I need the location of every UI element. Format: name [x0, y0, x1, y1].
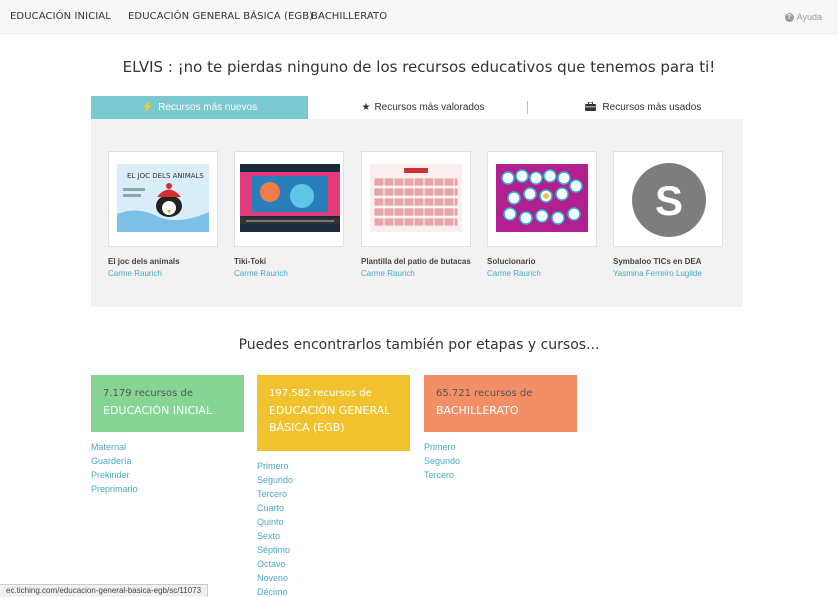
resource-thumbnail[interactable] — [361, 151, 471, 247]
resource-title[interactable]: Plantilla del patio de butacas — [361, 257, 471, 267]
course-link[interactable]: Maternal — [91, 440, 138, 454]
thumbnail-letter: S — [655, 177, 683, 224]
resource-card[interactable]: Tiki-Toki Carme Raurich — [234, 151, 344, 279]
course-link[interactable]: Cuarto — [257, 501, 293, 515]
resource-card[interactable]: Plantilla del patio de butacas Carme Rau… — [361, 151, 471, 279]
tab-top-rated[interactable]: ★ Recursos más valorados — [333, 96, 513, 119]
tab-most-used-label: Recursos más usados — [602, 102, 702, 113]
resource-thumbnail[interactable]: S — [613, 151, 723, 247]
course-link[interactable]: Segundo — [424, 454, 460, 468]
resource-author[interactable]: Carme Raurich — [108, 268, 218, 279]
stage-name[interactable]: BACHILLERATO — [436, 402, 565, 419]
courses-educacion-inicial: Maternal Guardería Prekinder Preprimario — [91, 440, 138, 496]
resource-card[interactable]: EL JOC DELS ANIMALS El joc dels animals … — [108, 151, 218, 279]
nav-egb[interactable]: EDUCACIÓN GENERAL BÁSICA (EGB) — [128, 11, 313, 22]
resource-thumbnail[interactable] — [234, 151, 344, 247]
tab-newest-label: Recursos más nuevos — [158, 102, 258, 113]
stage-name[interactable]: EDUCACIÓN INICIAL — [103, 402, 232, 419]
course-link[interactable]: Prekinder — [91, 468, 138, 482]
resource-author[interactable]: Carme Raurich — [234, 268, 344, 279]
resource-title[interactable]: Symbaloo TICs en DEA — [613, 257, 723, 267]
resource-tabs: ⚡ Recursos más nuevos ★ Recursos más valor… — [91, 96, 743, 119]
course-link[interactable]: Primero — [257, 459, 293, 473]
resource-author[interactable]: Yasmina Ferreiro Lugilde — [613, 268, 723, 279]
resource-card[interactable]: Solucionario Carme Raurich — [487, 151, 597, 279]
stage-name[interactable]: EDUCACIÓN GENERAL BÁSICA (EGB) — [269, 402, 398, 436]
resource-title[interactable]: Tiki-Toki — [234, 257, 344, 267]
resource-card[interactable]: S Symbaloo TICs en DEA Yasmina Ferreiro … — [613, 151, 723, 279]
courses-egb: Primero Segundo Tercero Cuarto Quinto Se… — [257, 459, 293, 597]
stage-bachillerato[interactable]: 65.721 recursos de BACHILLERATO — [424, 375, 577, 432]
tab-top-rated-label: Recursos más valorados — [374, 102, 485, 113]
resource-title[interactable]: Solucionario — [487, 257, 597, 267]
lightning-icon: ⚡ — [141, 102, 155, 113]
top-navigation: EDUCACIÓN INICIAL EDUCACIÓN GENERAL BÁSI… — [0, 0, 838, 34]
course-link[interactable]: Primero — [424, 440, 460, 454]
course-link[interactable]: Preprimario — [91, 482, 138, 496]
course-link[interactable]: Guardería — [91, 454, 138, 468]
question-icon: ? — [784, 12, 794, 22]
tab-newest[interactable]: ⚡ Recursos más nuevos — [91, 96, 308, 119]
stage-count: 65.721 recursos de — [436, 388, 533, 399]
help-label: Ayuda — [796, 12, 822, 22]
stage-egb[interactable]: 197.582 recursos de EDUCACIÓN GENERAL BÁ… — [257, 375, 410, 451]
tab-divider — [527, 101, 528, 114]
thumbnail-caption: EL JOC DELS ANIMALS — [127, 172, 204, 180]
stages-headline: Puedes encontrarlos también por etapas y… — [238, 337, 600, 353]
nav-bachillerato[interactable]: BACHILLERATO — [311, 11, 387, 22]
page-headline: ELVIS : ¡no te pierdas ninguno de los re… — [122, 58, 716, 76]
resource-author[interactable]: Carme Raurich — [361, 268, 471, 279]
resource-title[interactable]: El joc dels animals — [108, 257, 218, 267]
course-link[interactable]: Séptimo — [257, 543, 293, 557]
stage-count: 7.179 recursos de — [103, 388, 194, 399]
briefcase-icon — [584, 101, 599, 113]
nav-educacion-inicial[interactable]: EDUCACIÓN INICIAL — [10, 11, 111, 22]
star-icon: ★ — [361, 102, 371, 113]
stage-educacion-inicial[interactable]: 7.179 recursos de EDUCACIÓN INICIAL — [91, 375, 244, 432]
course-link[interactable]: Segundo — [257, 473, 293, 487]
courses-bachillerato: Primero Segundo Tercero — [424, 440, 460, 482]
resources-panel: EL JOC DELS ANIMALS El joc dels animals … — [91, 119, 743, 307]
course-link[interactable]: Quinto — [257, 515, 293, 529]
resource-author[interactable]: Carme Raurich — [487, 268, 597, 279]
status-bar-url: ec.tiching.com/educacion-general-basica-… — [0, 584, 209, 597]
course-link[interactable]: Octavo — [257, 557, 293, 571]
course-link[interactable]: Tercero — [257, 487, 293, 501]
course-link[interactable]: Sexto — [257, 529, 293, 543]
help-link[interactable]: ? Ayuda — [784, 12, 822, 22]
resource-thumbnail[interactable]: EL JOC DELS ANIMALS — [108, 151, 218, 247]
course-link[interactable]: Tercero — [424, 468, 460, 482]
course-link[interactable]: Décimo — [257, 585, 293, 597]
tab-most-used[interactable]: Recursos más usados — [548, 96, 738, 119]
stage-count: 197.582 recursos de — [269, 388, 372, 399]
resource-thumbnail[interactable] — [487, 151, 597, 247]
course-link[interactable]: Noveno — [257, 571, 293, 585]
